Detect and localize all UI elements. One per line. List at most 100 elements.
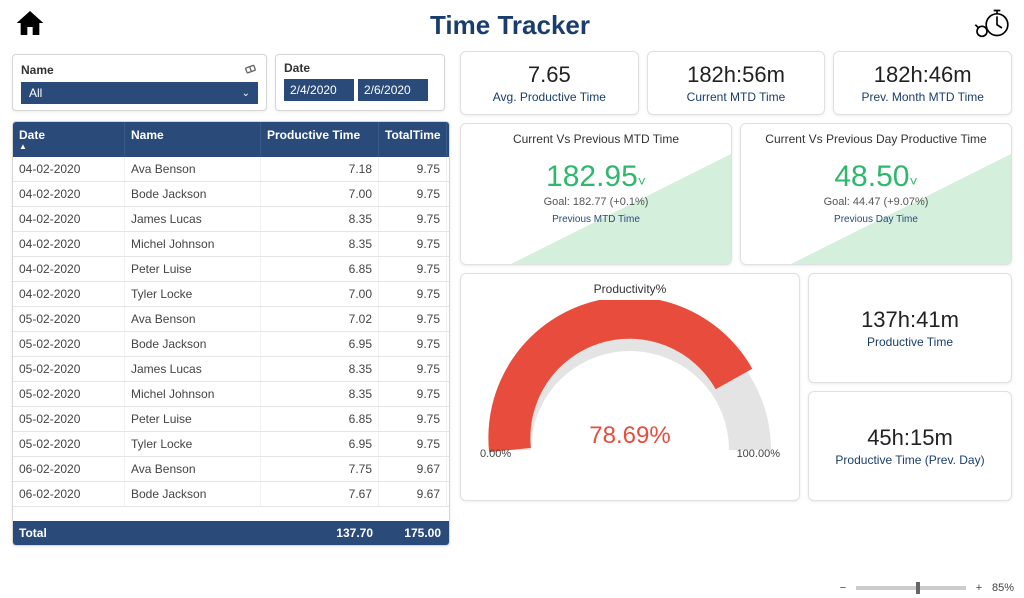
kpi-productive-prev-day: 45h:15m Productive Time (Prev. Day) [808,391,1012,501]
cell-name: James Lucas [125,357,261,381]
compare-value: 182.95 [546,160,638,193]
cell-total: 9.67 [379,457,447,481]
table-row[interactable]: 04-02-2020Michel Johnson8.359.75 [13,232,449,257]
compare-title: Current Vs Previous Day Productive Time [747,132,1005,146]
cell-name: Ava Benson [125,157,261,181]
home-icon[interactable] [12,7,48,44]
cell-prod: 8.35 [261,382,379,406]
cell-total: 9.67 [379,482,447,506]
gauge-value: 78.69% [480,422,780,450]
cell-name: Tyler Locke [125,282,261,306]
cell-date: 06-02-2020 [13,457,125,481]
productivity-gauge: Productivity% 78.69% 0.00% 100.00% [460,273,800,501]
col-header-total[interactable]: TotalTime [379,122,447,157]
cell-name: Peter Luise [125,407,261,431]
eraser-icon[interactable] [244,61,258,78]
sort-asc-icon: ▲ [19,142,118,151]
name-select[interactable]: All ⌄ [21,82,258,104]
col-header-prod[interactable]: Productive Time [261,122,379,157]
cell-date: 05-02-2020 [13,332,125,356]
footer-total: 175.00 [379,521,447,545]
cell-name: Bode Jackson [125,182,261,206]
cell-prod: 7.02 [261,307,379,331]
filter-date: Date 2/4/2020 2/6/2020 [275,54,445,111]
cell-prod: 7.00 [261,182,379,206]
kpi-value: 45h:15m [815,425,1005,451]
cell-date: 04-02-2020 [13,282,125,306]
zoom-in-button[interactable]: + [972,582,986,594]
table-row[interactable]: 05-02-2020James Lucas8.359.75 [13,357,449,382]
kpi-label: Current MTD Time [654,90,819,104]
date-to-input[interactable]: 2/6/2020 [358,79,428,101]
date-filter-label: Date [284,61,310,75]
kpi-value: 182h:46m [840,62,1005,88]
table-row[interactable]: 04-02-2020Bode Jackson7.009.75 [13,182,449,207]
table-row[interactable]: 04-02-2020Ava Benson7.189.75 [13,157,449,182]
footer-label: Total [13,521,125,545]
gauge-max: 100.00% [737,448,780,460]
table-row[interactable]: 04-02-2020Tyler Locke7.009.75 [13,282,449,307]
slider-handle[interactable] [916,582,920,594]
compare-goal: Goal: 182.77 (+0.1%) [467,196,725,208]
cell-date: 06-02-2020 [13,482,125,506]
table-row[interactable]: 05-02-2020Tyler Locke6.959.75 [13,432,449,457]
table-row[interactable]: 05-02-2020Michel Johnson8.359.75 [13,382,449,407]
table-row[interactable]: 04-02-2020James Lucas8.359.75 [13,207,449,232]
check-icon: ˅ [909,173,917,189]
compare-title: Current Vs Previous MTD Time [467,132,725,146]
time-table: Date▲ Name Productive Time TotalTime 04-… [12,121,450,546]
cell-prod: 8.35 [261,232,379,256]
table-row[interactable]: 05-02-2020Bode Jackson6.959.75 [13,332,449,357]
cell-prod: 7.18 [261,157,379,181]
compare-value: 48.50 [834,160,909,193]
cell-prod: 6.85 [261,257,379,281]
cell-name: Bode Jackson [125,482,261,506]
compare-link[interactable]: Previous MTD Time [467,214,725,225]
cell-date: 05-02-2020 [13,307,125,331]
cell-prod: 6.95 [261,432,379,456]
compare-mtd: Current Vs Previous MTD Time 182.95˅ Goa… [460,123,732,265]
col-header-date[interactable]: Date▲ [13,122,125,157]
cell-prod: 8.35 [261,207,379,231]
table-row[interactable]: 06-02-2020Ava Benson7.759.67 [13,457,449,482]
name-filter-label: Name [21,63,54,77]
cell-total: 9.75 [379,407,447,431]
col-header-name[interactable]: Name [125,122,261,157]
cell-date: 04-02-2020 [13,207,125,231]
kpi-avg-productive: 7.65 Avg. Productive Time [460,51,639,115]
cell-prod: 6.85 [261,407,379,431]
kpi-prev-mtd: 182h:46m Prev. Month MTD Time [833,51,1012,115]
name-select-value: All [29,86,42,100]
cell-name: James Lucas [125,207,261,231]
zoom-value: 85% [992,582,1014,594]
kpi-current-mtd: 182h:56m Current MTD Time [647,51,826,115]
table-row[interactable]: 05-02-2020Peter Luise6.859.75 [13,407,449,432]
cell-total: 9.75 [379,332,447,356]
compare-link[interactable]: Previous Day Time [747,214,1005,225]
cell-date: 05-02-2020 [13,382,125,406]
cell-total: 9.75 [379,382,447,406]
chevron-down-icon: ⌄ [242,88,250,99]
table-body: 04-02-2020Ava Benson7.189.7504-02-2020Bo… [13,157,449,521]
cell-name: Ava Benson [125,307,261,331]
cell-date: 04-02-2020 [13,257,125,281]
date-from-input[interactable]: 2/4/2020 [284,79,354,101]
kpi-label: Productive Time [815,335,1005,349]
kpi-value: 137h:41m [815,307,1005,333]
cell-name: Peter Luise [125,257,261,281]
cell-date: 05-02-2020 [13,407,125,431]
table-row[interactable]: 06-02-2020Bode Jackson7.679.67 [13,482,449,507]
table-row[interactable]: 04-02-2020Peter Luise6.859.75 [13,257,449,282]
cell-name: Bode Jackson [125,332,261,356]
zoom-out-button[interactable]: − [836,582,850,594]
table-row[interactable]: 05-02-2020Ava Benson7.029.75 [13,307,449,332]
header: Time Tracker [0,0,1024,50]
filter-name: Name All ⌄ [12,54,267,111]
cell-total: 9.75 [379,157,447,181]
cell-total: 9.75 [379,182,447,206]
stopwatch-icon[interactable] [972,5,1012,46]
zoom-slider[interactable] [856,586,966,590]
kpi-label: Productive Time (Prev. Day) [815,453,1005,467]
gauge-title: Productivity% [469,282,791,296]
cell-name: Tyler Locke [125,432,261,456]
